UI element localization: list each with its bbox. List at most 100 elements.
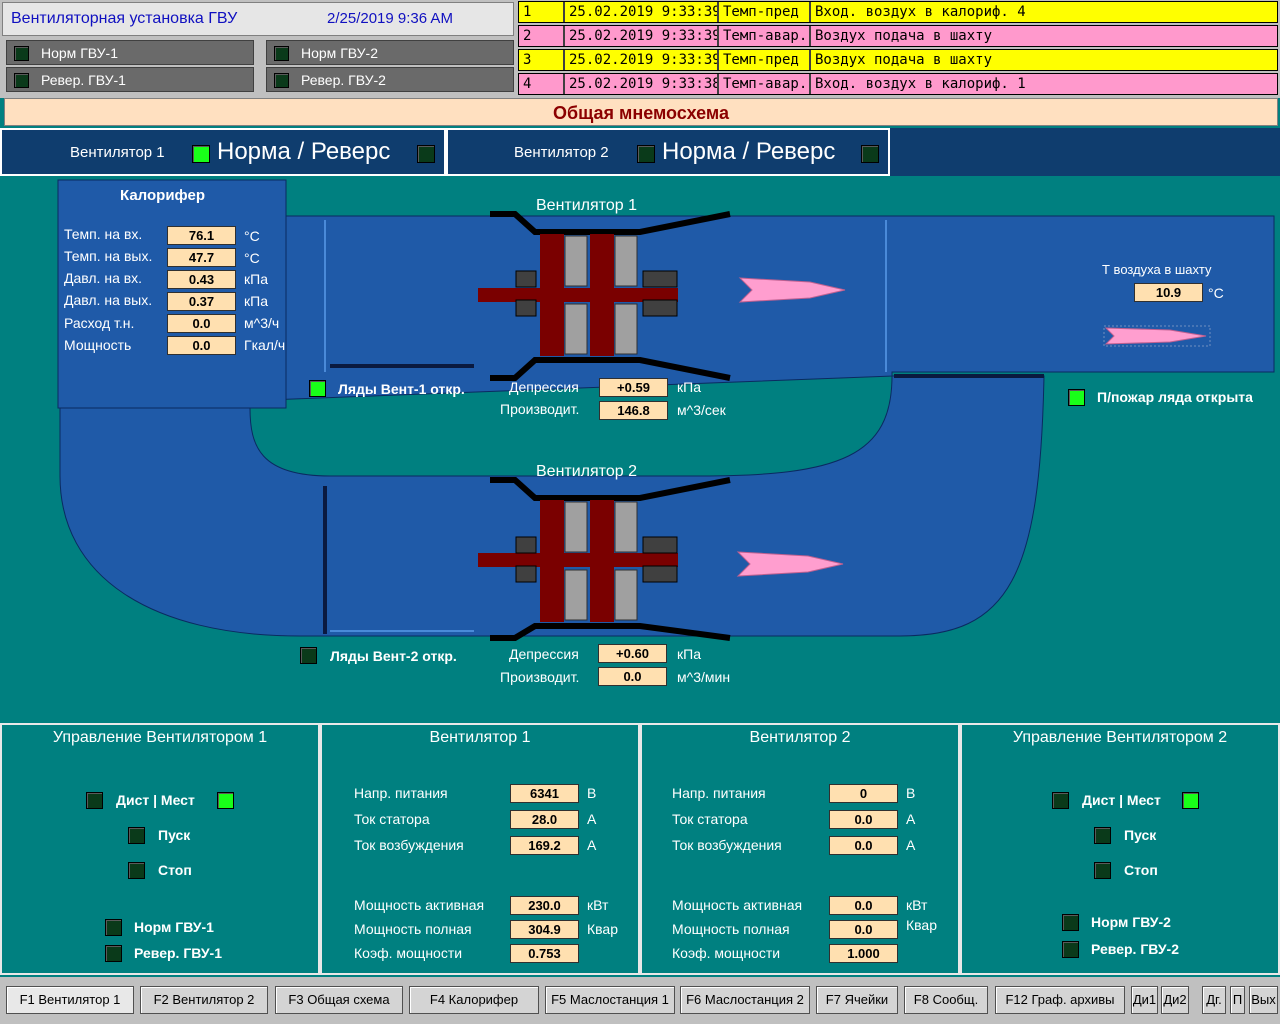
- reading-label: Темп. на вх.: [64, 226, 143, 242]
- fkey-di2[interactable]: Ди2: [1161, 986, 1189, 1014]
- alarm-type: Темп-пред: [719, 2, 811, 22]
- status-norm-gvu2[interactable]: Норм ГВУ-2: [266, 40, 514, 65]
- alarm-time: 25.02.2019 9:33:39: [565, 2, 719, 22]
- start-button[interactable]: Пуск: [158, 827, 190, 843]
- fire-damper-label: П/пожар ляда открыта: [1097, 389, 1253, 405]
- status-rev-gvu1[interactable]: Ревер. ГВУ-1: [6, 67, 254, 92]
- fkey-fan1[interactable]: F1 Вентилятор 1: [6, 986, 134, 1014]
- alarm-message: Воздух подача в шахту: [811, 26, 1277, 46]
- alarm-message: Воздух подача в шахту: [811, 50, 1277, 70]
- alarm-row[interactable]: 1 25.02.2019 9:33:39 Темп-пред Вход. воз…: [518, 1, 1278, 23]
- param-label: Коэф. мощности: [354, 945, 463, 961]
- status-label: Ревер. ГВУ-2: [301, 72, 386, 88]
- power-factor-value: 0.753: [510, 944, 579, 963]
- shaft-temp-value: 10.9: [1134, 283, 1203, 302]
- fire-damper-led: [1068, 389, 1085, 406]
- exit-button[interactable]: Вых: [1249, 986, 1278, 1014]
- fan1-header: Вентилятор 1 Норма / Реверс: [0, 128, 446, 176]
- fan2-scheme-title: Вентилятор 2: [536, 463, 637, 480]
- top-bar: Вентиляторная установка ГВУ 2/25/2019 9:…: [0, 0, 1280, 98]
- reading-label: Давл. на вых.: [64, 292, 153, 308]
- param-label: Мощность активная: [354, 897, 485, 913]
- stop-button[interactable]: Стоп: [1124, 862, 1158, 878]
- fkey-dg[interactable]: Дг.: [1202, 986, 1226, 1014]
- function-key-bar: F1 Вентилятор 1 F2 Вентилятор 2 F3 Общая…: [0, 977, 1280, 1024]
- status-label: Ревер. ГВУ-1: [41, 72, 126, 88]
- scheme-title: Общая мнемосхема: [4, 98, 1278, 126]
- fkey-di1[interactable]: Ди1: [1131, 986, 1158, 1014]
- fan2-header: Вентилятор 2 Норма / Реверс: [446, 128, 890, 176]
- param-unit: А: [587, 811, 597, 827]
- alarm-row[interactable]: 2 25.02.2019 9:33:39 Темп-авар. Воздух п…: [518, 25, 1278, 47]
- fan2-production-value: 0.0: [598, 667, 667, 686]
- stop-led[interactable]: [1094, 862, 1111, 879]
- title-box: Вентиляторная установка ГВУ 2/25/2019 9:…: [2, 2, 514, 36]
- press-out-value: 0.37: [167, 292, 236, 311]
- depression-unit: кПа: [677, 646, 701, 662]
- stop-led[interactable]: [128, 862, 145, 879]
- status-norm-gvu1[interactable]: Норм ГВУ-1: [6, 40, 254, 65]
- norm-label: Норм ГВУ-1: [134, 919, 214, 935]
- alarm-time: 25.02.2019 9:33:38: [565, 74, 719, 94]
- alarm-row[interactable]: 4 25.02.2019 9:33:38 Темп-авар. Вход. во…: [518, 73, 1278, 95]
- damper2-label: Ляды Вент-2 откр.: [330, 648, 457, 664]
- reading-unit: м^3/ч: [244, 315, 280, 331]
- status-rev-gvu2[interactable]: Ревер. ГВУ-2: [266, 67, 514, 92]
- fan2-electrical-panel: Вентилятор 2 Напр. питания 0 В Ток стато…: [640, 723, 960, 975]
- remote-led[interactable]: [1052, 792, 1069, 809]
- reading-label: Давл. на вх.: [64, 270, 143, 286]
- param-unit: Квар: [906, 917, 938, 933]
- alarm-time: 25.02.2019 9:33:39: [565, 26, 719, 46]
- reading-label: Расход т.н.: [64, 315, 135, 331]
- alarm-row[interactable]: 3 25.02.2019 9:33:39 Темп-пред Воздух по…: [518, 49, 1278, 71]
- param-label: Мощность полная: [354, 921, 472, 937]
- start-led[interactable]: [128, 827, 145, 844]
- local-led[interactable]: [1182, 792, 1199, 809]
- start-button[interactable]: Пуск: [1124, 827, 1156, 843]
- voltage-value: 0: [829, 784, 898, 803]
- alarm-time: 25.02.2019 9:33:39: [565, 50, 719, 70]
- panel-title: Управление Вентилятором 2: [1012, 729, 1228, 746]
- status-label: Норм ГВУ-2: [301, 45, 378, 61]
- stop-button[interactable]: Стоп: [158, 862, 192, 878]
- reading-unit: кПа: [244, 271, 268, 287]
- stator-current-value: 0.0: [829, 810, 898, 829]
- fkey-p[interactable]: П: [1230, 986, 1245, 1014]
- press-in-value: 0.43: [167, 270, 236, 289]
- reverse-label: Ревер. ГВУ-1: [134, 945, 222, 961]
- fan2-reverse-led: [861, 145, 879, 163]
- remote-led[interactable]: [86, 792, 103, 809]
- reading-unit: °C: [244, 228, 260, 244]
- fkey-oil-station2[interactable]: F6 Маслостанция 2: [680, 986, 810, 1014]
- voltage-value: 6341: [510, 784, 579, 803]
- param-label: Ток возбуждения: [354, 837, 464, 853]
- fkey-fan2[interactable]: F2 Вентилятор 2: [140, 986, 268, 1014]
- fan1-norm-led: [192, 145, 210, 163]
- param-unit: А: [587, 837, 597, 853]
- fan1-control-panel: Управление Вентилятором 1 Дист | Мест Пу…: [0, 723, 320, 975]
- fkey-general-scheme[interactable]: F3 Общая схема: [275, 986, 403, 1014]
- fan2-mode-text: Норма / Реверс: [662, 138, 836, 165]
- fan1-depression-value: +0.59: [599, 378, 668, 397]
- production-unit: м^3/мин: [677, 669, 731, 685]
- fkey-oil-station1[interactable]: F5 Маслостанция 1: [545, 986, 675, 1014]
- alarm-message: Вход. воздух в калориф. 4: [811, 2, 1277, 22]
- fkey-cells[interactable]: F7 Ячейки: [816, 986, 898, 1014]
- param-unit: А: [906, 811, 916, 827]
- panel-title: Вентилятор 1: [429, 729, 531, 746]
- fan2-control-panel: Управление Вентилятором 2 Дист | Мест Пу…: [960, 723, 1280, 975]
- status-led: [14, 46, 29, 61]
- fkey-graph-archives[interactable]: F12 Граф. архивы: [995, 986, 1125, 1014]
- production-label: Производит.: [500, 669, 580, 685]
- panel-title: Вентилятор 2: [749, 729, 851, 746]
- norm-led: [1062, 914, 1079, 931]
- param-unit: А: [906, 837, 916, 853]
- fkey-messages[interactable]: F8 Сообщ.: [904, 986, 988, 1014]
- fan1-reverse-led: [417, 145, 435, 163]
- temp-out-value: 47.7: [167, 248, 236, 267]
- local-led[interactable]: [217, 792, 234, 809]
- fkey-calorifer[interactable]: F4 Калорифер: [409, 986, 539, 1014]
- fan1-production-value: 146.8: [599, 401, 668, 420]
- start-led[interactable]: [1094, 827, 1111, 844]
- datetime: 2/25/2019 9:36 AM: [327, 10, 453, 27]
